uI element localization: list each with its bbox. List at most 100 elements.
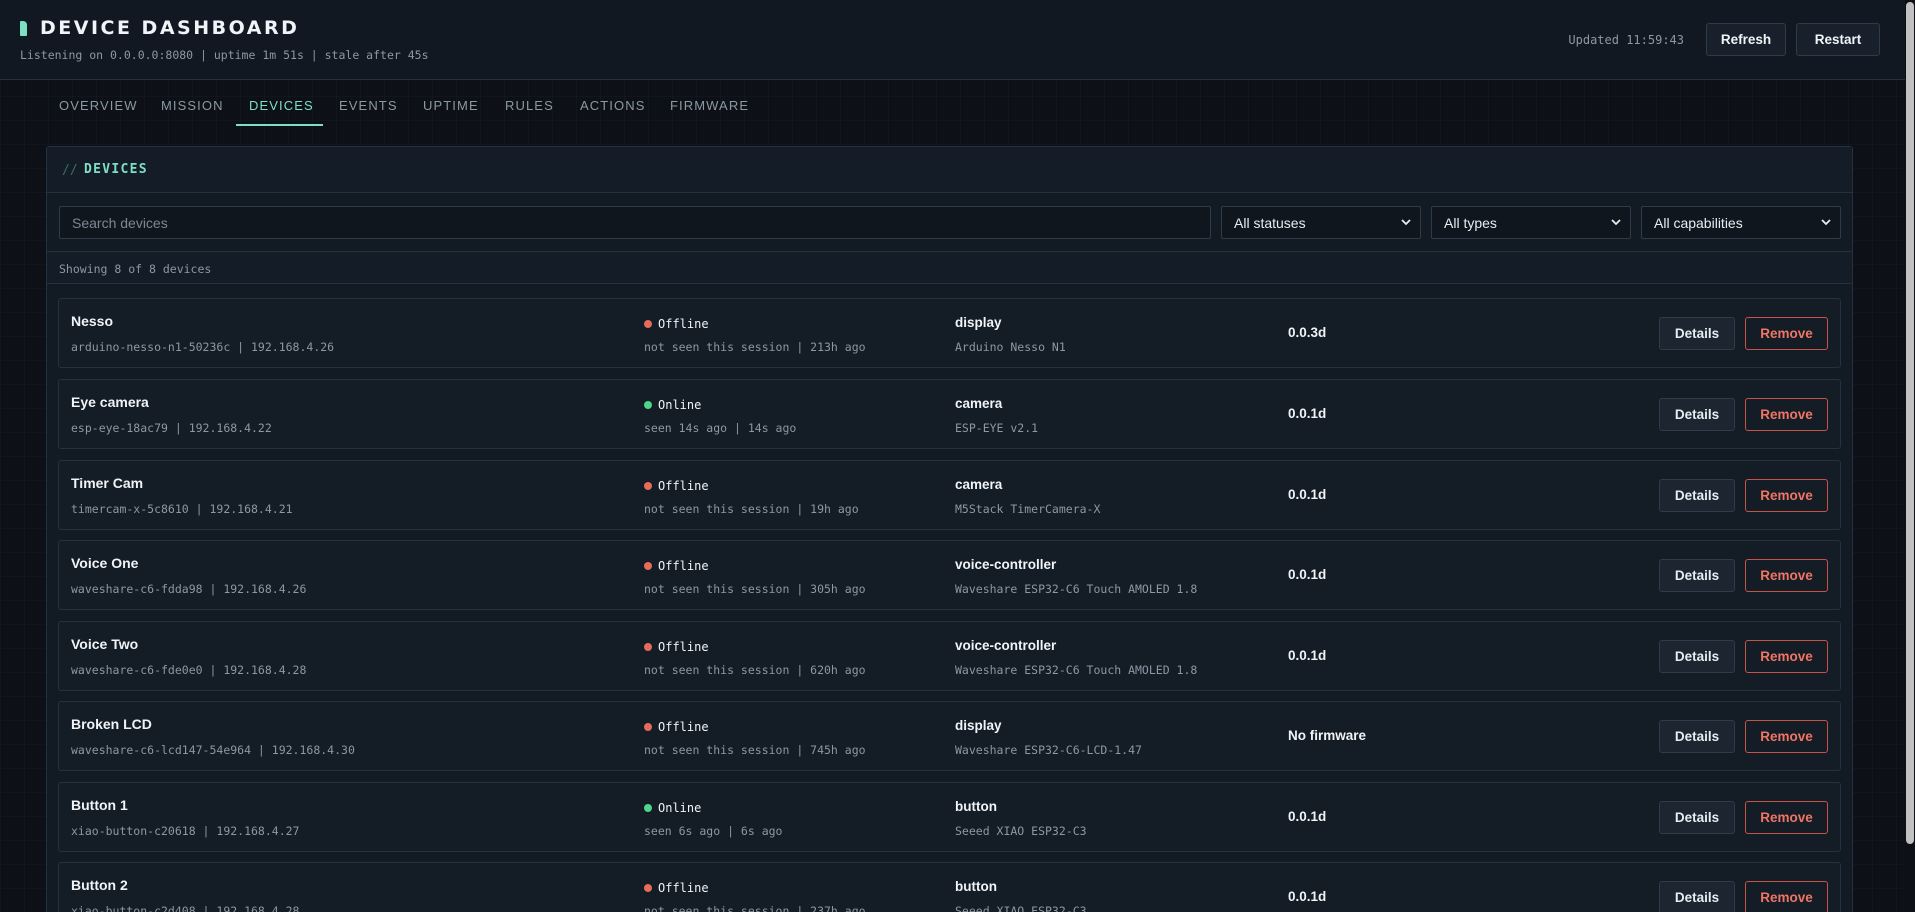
- device-row: Voice Two waveshare-c6-fde0e0 | 192.168.…: [58, 621, 1841, 691]
- device-model: M5Stack TimerCamera-X: [955, 502, 1101, 516]
- tab-rules[interactable]: RULES: [505, 98, 554, 113]
- device-host: arduino-nesso-n1-50236c | 192.168.4.26: [71, 340, 335, 354]
- status-filter-select[interactable]: All statuses: [1221, 206, 1421, 239]
- device-firmware: No firmware: [1288, 728, 1367, 743]
- remove-button[interactable]: Remove: [1745, 559, 1828, 592]
- device-name: Voice One: [71, 555, 139, 571]
- status-dot-icon: [644, 723, 652, 731]
- brand-logo-icon: [20, 21, 27, 36]
- status-dot-icon: [644, 401, 652, 409]
- device-last-seen: seen 14s ago | 14s ago: [644, 421, 797, 435]
- device-model: Seeed XIAO ESP32-C3: [955, 904, 1087, 912]
- device-row: Button 1 xiao-button-c20618 | 192.168.4.…: [58, 782, 1841, 852]
- panel-header: // DEVICES: [47, 147, 1852, 193]
- device-name: Button 1: [71, 797, 128, 813]
- device-name: Broken LCD: [71, 716, 152, 732]
- device-row: Eye camera esp-eye-18ac79 | 192.168.4.22…: [58, 379, 1841, 449]
- device-type: camera: [955, 477, 1003, 492]
- device-type: voice-controller: [955, 557, 1057, 572]
- device-row: Button 2 xiao-button-c2d408 | 192.168.4.…: [58, 862, 1841, 912]
- page-title: DEVICE DASHBOARD: [40, 17, 300, 39]
- device-model: ESP-EYE v2.1: [955, 421, 1039, 435]
- panel-title: DEVICES: [84, 162, 148, 177]
- tab-mission[interactable]: MISSION: [161, 98, 224, 113]
- details-button[interactable]: Details: [1659, 559, 1735, 592]
- device-model: Waveshare ESP32-C6-LCD-1.47: [955, 743, 1142, 757]
- details-button[interactable]: Details: [1659, 479, 1735, 512]
- remove-button[interactable]: Remove: [1745, 640, 1828, 673]
- panel-title-prefix: //: [62, 163, 78, 178]
- restart-button[interactable]: Restart: [1796, 23, 1880, 56]
- device-name: Voice Two: [71, 636, 139, 652]
- device-type: camera: [955, 396, 1003, 411]
- result-count: Showing 8 of 8 devices: [59, 262, 212, 276]
- tab-uptime[interactable]: UPTIME: [423, 98, 479, 113]
- device-type: display: [955, 315, 1002, 330]
- details-button[interactable]: Details: [1659, 720, 1735, 753]
- type-filter-select[interactable]: All types: [1431, 206, 1631, 239]
- remove-button[interactable]: Remove: [1745, 479, 1828, 512]
- device-status: Offline: [658, 720, 709, 734]
- device-name: Timer Cam: [71, 475, 144, 491]
- refresh-button[interactable]: Refresh: [1706, 23, 1786, 56]
- remove-button[interactable]: Remove: [1745, 720, 1828, 753]
- device-name: Nesso: [71, 313, 114, 329]
- tab-bar: OVERVIEW MISSION DEVICES EVENTS UPTIME R…: [0, 80, 1905, 126]
- device-firmware: 0.0.1d: [1288, 406, 1327, 421]
- status-filter-value: All statuses: [1234, 214, 1306, 231]
- device-status: Offline: [658, 317, 709, 331]
- device-status: Offline: [658, 640, 709, 654]
- scrollbar-thumb[interactable]: [1906, 2, 1914, 844]
- remove-button[interactable]: Remove: [1745, 881, 1828, 912]
- device-host: timercam-x-5c8610 | 192.168.4.21: [71, 502, 293, 516]
- chevron-down-icon: [1821, 219, 1831, 226]
- details-button[interactable]: Details: [1659, 640, 1735, 673]
- device-last-seen: seen 6s ago | 6s ago: [644, 824, 783, 838]
- type-filter-value: All types: [1444, 214, 1497, 231]
- result-count-bar: Showing 8 of 8 devices: [47, 251, 1852, 284]
- device-status: Offline: [658, 559, 709, 573]
- remove-button[interactable]: Remove: [1745, 801, 1828, 834]
- device-model: Waveshare ESP32-C6 Touch AMOLED 1.8: [955, 663, 1198, 677]
- device-host: waveshare-c6-fdda98 | 192.168.4.26: [71, 582, 307, 596]
- device-host: waveshare-c6-lcd147-54e964 | 192.168.4.3…: [71, 743, 355, 757]
- remove-button[interactable]: Remove: [1745, 398, 1828, 431]
- device-last-seen: not seen this session | 305h ago: [644, 582, 866, 596]
- status-dot-icon: [644, 884, 652, 892]
- device-row: Broken LCD waveshare-c6-lcd147-54e964 | …: [58, 701, 1841, 771]
- device-name: Button 2: [71, 877, 128, 893]
- tab-firmware[interactable]: FIRMWARE: [670, 98, 749, 113]
- details-button[interactable]: Details: [1659, 398, 1735, 431]
- server-status-text: Listening on 0.0.0.0:8080 | uptime 1m 51…: [20, 48, 429, 62]
- updated-timestamp: Updated 11:59:43: [1568, 33, 1684, 47]
- details-button[interactable]: Details: [1659, 317, 1735, 350]
- remove-button[interactable]: Remove: [1745, 317, 1828, 350]
- device-last-seen: not seen this session | 237h ago: [644, 904, 866, 912]
- capability-filter-select[interactable]: All capabilities: [1641, 206, 1841, 239]
- app-header: DEVICE DASHBOARD Listening on 0.0.0.0:80…: [0, 0, 1905, 80]
- tab-actions[interactable]: ACTIONS: [580, 98, 645, 113]
- device-last-seen: not seen this session | 213h ago: [644, 340, 866, 354]
- page-scrollbar[interactable]: [1905, 0, 1915, 912]
- device-last-seen: not seen this session | 745h ago: [644, 743, 866, 757]
- chevron-down-icon: [1611, 219, 1621, 226]
- tab-overview[interactable]: OVERVIEW: [59, 98, 138, 113]
- search-input[interactable]: [59, 206, 1211, 239]
- device-type: button: [955, 879, 997, 894]
- device-firmware: 0.0.1d: [1288, 567, 1327, 582]
- device-status: Online: [658, 398, 702, 412]
- capability-filter-value: All capabilities: [1654, 214, 1743, 231]
- device-row: Nesso arduino-nesso-n1-50236c | 192.168.…: [58, 298, 1841, 368]
- active-tab-indicator: [236, 124, 323, 126]
- device-host: xiao-button-c2d408 | 192.168.4.28: [71, 904, 300, 912]
- device-type: button: [955, 799, 997, 814]
- details-button[interactable]: Details: [1659, 801, 1735, 834]
- device-host: waveshare-c6-fde0e0 | 192.168.4.28: [71, 663, 307, 677]
- tab-events[interactable]: EVENTS: [339, 98, 398, 113]
- tab-devices[interactable]: DEVICES: [249, 98, 314, 113]
- details-button[interactable]: Details: [1659, 881, 1735, 912]
- status-dot-icon: [644, 320, 652, 328]
- device-firmware: 0.0.3d: [1288, 325, 1327, 340]
- device-model: Seeed XIAO ESP32-C3: [955, 824, 1087, 838]
- device-name: Eye camera: [71, 394, 149, 410]
